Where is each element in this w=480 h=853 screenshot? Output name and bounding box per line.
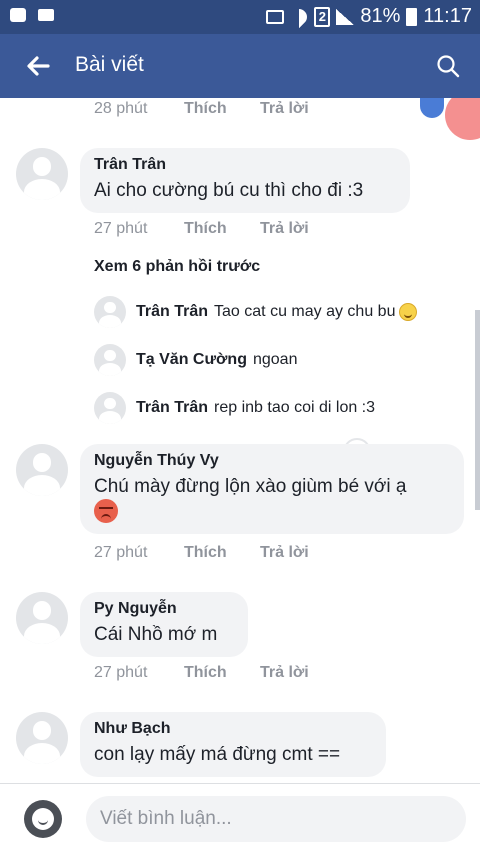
comment-author[interactable]: Trân Trân [94,156,396,174]
comment-bubble: Nguyễn Thúy Vy Chú mày đừng lộn xào giùm… [80,444,464,534]
reply-text: rep inb tao coi di lon :3 [214,399,376,416]
reply-author[interactable]: Tạ Văn Cường [136,351,247,369]
comment-meta: 27 phút Thích Trả lời [94,220,309,238]
comment-bubble: Như Bạch con lạy mấy má đừng cmt == [80,712,386,777]
chat-head-bubble[interactable] [445,98,480,140]
signal-icon [336,8,355,25]
avatar[interactable] [16,444,68,496]
wifi-icon [290,9,308,25]
notification-icons [10,8,54,22]
reply-text: Tao cat cu may ay chu bu [214,303,396,320]
reply-item: Tạ Văn Cường ngoan [94,344,297,376]
comment-time: 27 phút [94,220,148,237]
reply-item: Trân Trân rep inb tao coi di lon :3 [94,392,375,424]
reply-button[interactable]: Trả lời [260,100,309,118]
avatar[interactable] [16,148,68,200]
reply-button[interactable]: Trả lời [260,544,309,562]
comment-meta: 27 phút Thích Trả lời [94,664,309,682]
reply-author[interactable]: Trân Trân [136,303,208,321]
avatar[interactable] [16,712,68,764]
comment-time: 28 phút [94,100,148,117]
avatar[interactable] [94,344,126,376]
avatar[interactable] [16,592,68,644]
comment-text: con lạy mấy má đừng cmt == [94,744,341,765]
sticker-emoji-icon[interactable] [24,800,62,838]
comment-author[interactable]: Như Bạch [94,720,372,738]
comment-author[interactable]: Nguyễn Thúy Vy [94,452,450,470]
reply-item: Trân Trân Tao cat cu may ay chu bu [94,296,418,328]
search-icon[interactable] [434,52,462,80]
reply-text: ngoan [252,351,298,368]
cast-icon [266,9,285,24]
comment-meta: 28 phút Thích Trả lời [94,100,309,118]
smile-icon [399,303,418,321]
comment-text-content: Chú mày đừng lộn xào giùm bé với ạ [94,476,407,497]
comment-text: Chú mày đừng lộn xào giùm bé với ạ [94,474,450,526]
comment-input[interactable]: Viết bình luận... [86,796,466,842]
messenger-notification-icon [10,8,26,22]
battery-icon [406,7,418,26]
comment-bubble: Py Nguyễn Cái Nhồ mớ m [80,592,248,657]
comment-author[interactable]: Py Nguyễn [94,600,234,618]
like-button[interactable]: Thích [184,220,260,238]
sim-indicator: 2 [314,6,331,27]
comment-composer: Viết bình luận... [0,783,480,853]
avatar[interactable] [94,296,126,328]
angry-face-icon [94,499,118,523]
like-reaction-badge [420,98,444,118]
comment-time: 27 phút [94,664,148,681]
reply-button[interactable]: Trả lời [260,664,309,682]
avatar[interactable] [94,392,126,424]
like-button[interactable]: Thích [184,100,260,118]
like-button[interactable]: Thích [184,664,260,682]
battery-percent: 81% [360,5,401,27]
reply-author[interactable]: Trân Trân [136,399,208,417]
comment-meta: 27 phút Thích Trả lời [94,544,309,562]
video-notification-icon [38,9,54,21]
scrollbar[interactable] [475,310,480,510]
like-button[interactable]: Thích [184,544,260,562]
app-bar: Bài viết [0,34,480,98]
comments-list[interactable]: 28 phút Thích Trả lời Trân Trân Ai cho c… [0,98,480,783]
comment-bubble: Trân Trân Ai cho cường bú cu thì cho đi … [80,148,410,213]
status-bar: 2 81% 11:17 [0,0,480,34]
page-title: Bài viết [75,53,144,76]
reply-button[interactable]: Trả lời [260,220,309,238]
back-arrow-icon[interactable] [22,50,54,82]
clock: 11:17 [423,5,472,27]
comment-text: Ai cho cường bú cu thì cho đi :3 [94,180,364,201]
comment-time: 27 phút [94,544,148,561]
comment-text: Cái Nhồ mớ m [94,624,218,645]
view-previous-replies-link[interactable]: Xem 6 phản hồi trước [94,258,260,276]
